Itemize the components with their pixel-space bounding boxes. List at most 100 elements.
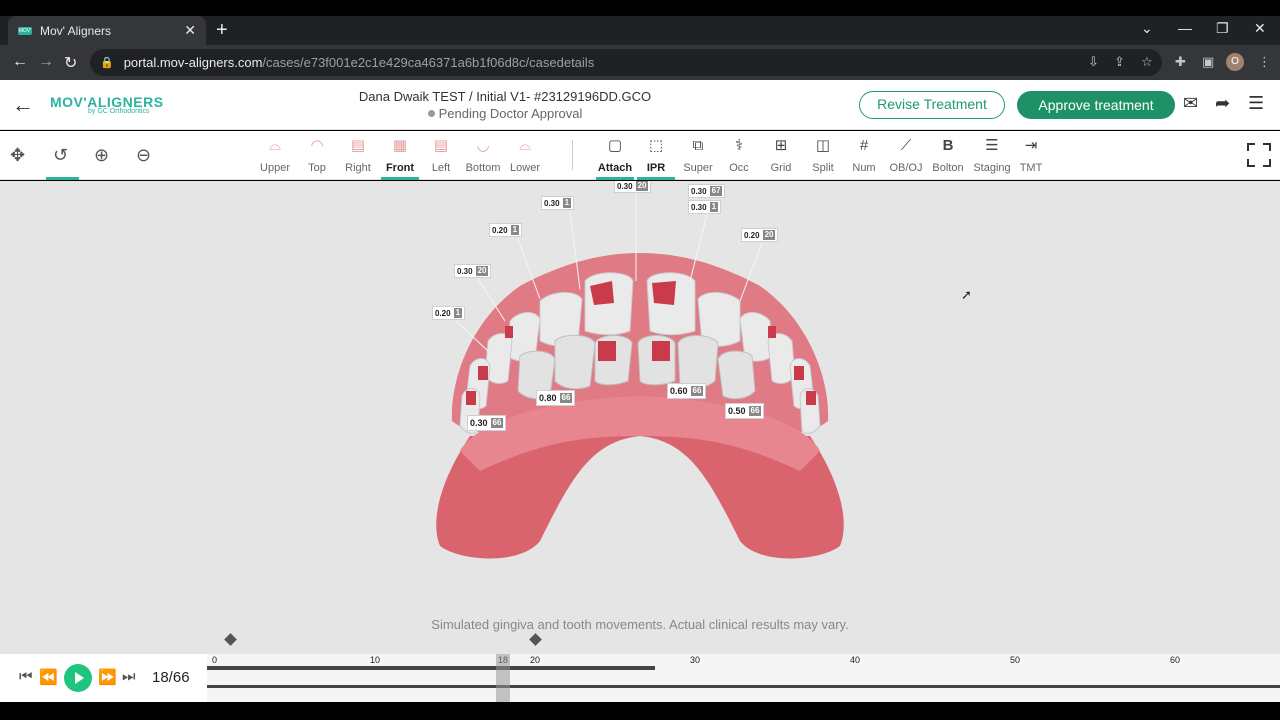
step-forward-icon[interactable]: ⏩ — [98, 668, 117, 686]
upper-view-icon: ⌓ — [269, 137, 281, 154]
ipr-label[interactable]: 0.80 66 — [536, 390, 576, 406]
lock-icon: 🔒 — [100, 57, 114, 69]
tab-search-icon[interactable]: ⌄ — [1141, 20, 1153, 37]
address-bar[interactable]: 🔒 portal.mov-aligners.com/cases/e73f001e… — [90, 49, 1162, 76]
active-control-indicator — [46, 177, 79, 180]
close-tab-icon[interactable]: ✕ — [184, 22, 196, 39]
skip-start-icon[interactable]: ⏮ — [19, 668, 33, 685]
numbering-icon: # — [859, 137, 869, 154]
tool-ipr[interactable]: ⬚ IPR — [633, 135, 679, 180]
back-nav-icon[interactable]: ← — [12, 53, 28, 71]
browser-tab[interactable]: MOV' Mov' Aligners ✕ — [8, 16, 206, 45]
case-status: Pending Doctor Approval — [290, 106, 720, 121]
model-viewport[interactable]: 0.30 20 0.30 67 0.30 1 0.30 1 0.20 1 0.20 20 0… — [0, 181, 1280, 654]
tool-attach[interactable]: ▢ Attach — [592, 135, 638, 180]
split-icon: ◫ — [815, 137, 831, 154]
tool-split[interactable]: ◫ Split — [800, 135, 846, 174]
overbite-icon: ⟋ — [900, 137, 912, 154]
lower-view-icon: ⌓ — [519, 137, 531, 154]
ipr-label[interactable]: 0.30 20 — [454, 264, 492, 278]
tick-label: 0 — [212, 655, 218, 665]
bolton-icon: B — [942, 137, 954, 154]
occlusion-icon: ⚕ — [734, 137, 744, 154]
play-button[interactable] — [64, 664, 92, 692]
right-view-icon: ▤ — [350, 137, 366, 154]
attach-icon: ▢ — [607, 137, 623, 154]
install-icon[interactable]: ⇩ — [1088, 54, 1099, 70]
ipr-label[interactable]: 0.30 20 — [614, 181, 652, 193]
ipr-label[interactable]: 0.60 66 — [667, 383, 707, 399]
status-dot-icon — [427, 110, 435, 117]
reload-icon[interactable]: ↻ — [64, 53, 77, 73]
ipr-label[interactable]: 0.30 66 — [467, 415, 507, 431]
tmt-icon: ⇥ — [1024, 137, 1038, 154]
step-counter: 18/66 — [152, 669, 190, 686]
restore-icon[interactable]: ❐ — [1216, 20, 1229, 37]
rotate-icon[interactable]: ↺ — [53, 145, 68, 166]
url-path: /cases/e73f001e2c1e429ca46371a6b1f06d8c/… — [262, 55, 595, 70]
disclaimer-text: Simulated gingiva and tooth movements. A… — [431, 617, 849, 632]
lower-stage-track — [207, 685, 1280, 688]
left-view-icon: ▤ — [433, 137, 449, 154]
tool-grid[interactable]: ⊞ Grid — [758, 135, 804, 174]
upper-stage-track — [207, 666, 655, 670]
tab-title: Mov' Aligners — [40, 23, 111, 38]
tick-label: 10 — [370, 655, 381, 665]
tool-num[interactable]: # Num — [841, 135, 887, 174]
profile-avatar[interactable]: O — [1226, 53, 1244, 71]
ipr-label[interactable]: 0.20 1 — [432, 306, 466, 320]
ipr-label[interactable]: 0.30 67 — [688, 184, 726, 198]
zoom-out-icon[interactable]: ⊖ — [136, 145, 151, 166]
revise-treatment-button[interactable]: Revise Treatment — [859, 91, 1005, 119]
view-upper[interactable]: ⌓ Upper — [252, 135, 298, 174]
tick-label: 40 — [850, 655, 861, 665]
tool-occ[interactable]: ⚕ Occ — [716, 135, 762, 174]
top-view-icon: ◠ — [310, 137, 324, 154]
timeline-track[interactable]: 0 10 18 20 30 40 50 60 — [207, 654, 1280, 702]
window-close-icon[interactable]: ✕ — [1254, 20, 1266, 37]
tool-tmt[interactable]: ⇥ TMT — [1008, 135, 1054, 174]
bookmark-star-icon[interactable]: ☆ — [1141, 54, 1153, 70]
view-right[interactable]: ▤ Right — [335, 135, 381, 174]
extensions-icon[interactable]: ✚ — [1175, 54, 1186, 70]
view-top[interactable]: ◠ Top — [294, 135, 340, 174]
tool-super[interactable]: ⧉ Super — [675, 135, 721, 174]
forward-nav-icon[interactable]: → — [38, 53, 54, 71]
fullscreen-icon[interactable] — [1246, 142, 1272, 168]
mail-icon[interactable]: ✉ — [1183, 93, 1198, 114]
side-panel-icon[interactable]: ▣ — [1202, 54, 1214, 70]
view-front[interactable]: ▦ Front — [377, 135, 423, 180]
mouse-cursor-icon: ➚ — [961, 287, 972, 302]
browser-toolbar: ← → ↻ 🔒 portal.mov-aligners.com/cases/e7… — [0, 45, 1280, 80]
timeline-bar: ⏮ ⏪ ⏩ ⏭ 18/66 0 10 18 20 30 40 50 60 — [0, 654, 1280, 702]
tick-label: 60 — [1170, 655, 1181, 665]
pan-icon[interactable]: ✥ — [10, 145, 25, 166]
favicon-icon: MOV' — [18, 26, 32, 35]
ipr-label[interactable]: 0.20 20 — [741, 228, 779, 242]
step-back-icon[interactable]: ⏪ — [39, 668, 58, 686]
view-bottom[interactable]: ◡ Bottom — [460, 135, 506, 174]
browser-tabstrip: MOV' Mov' Aligners ✕ + ⌄ — ❐ ✕ — [0, 16, 1280, 45]
browser-menu-icon[interactable]: ⋮ — [1258, 54, 1271, 70]
skip-end-icon[interactable]: ⏭ — [122, 668, 136, 685]
ipr-label[interactable]: 0.30 1 — [541, 196, 575, 210]
menu-icon[interactable]: ☰ — [1248, 93, 1264, 114]
tool-obj[interactable]: ⟋ OB/OJ — [883, 135, 929, 174]
new-tab-icon[interactable]: + — [216, 19, 228, 41]
ipr-label[interactable]: 0.20 1 — [489, 223, 523, 237]
share-icon[interactable]: ⇪ — [1114, 54, 1125, 70]
minimize-icon[interactable]: — — [1178, 20, 1192, 36]
back-arrow-icon[interactable]: ← — [12, 92, 34, 118]
view-left[interactable]: ▤ Left — [418, 135, 464, 174]
ipr-label[interactable]: 0.30 1 — [688, 200, 722, 214]
tool-bolton[interactable]: B Bolton — [925, 135, 971, 174]
front-active-indicator — [381, 177, 419, 180]
toolbar-divider — [572, 140, 573, 170]
ipr-label[interactable]: 0.50 66 — [725, 403, 765, 419]
zoom-in-icon[interactable]: ⊕ — [94, 145, 109, 166]
timeline-playhead[interactable] — [496, 654, 510, 702]
view-toolbar: ✥ ↺ ⊕ ⊖ ⌓ Upper ◠ Top ▤ Right ▦ Front ▤ Left … — [0, 131, 1280, 180]
share-arrow-icon[interactable]: ➦ — [1215, 93, 1230, 114]
approve-treatment-button[interactable]: Approve treatment — [1017, 91, 1175, 119]
view-lower[interactable]: ⌓ Lower — [502, 135, 548, 174]
